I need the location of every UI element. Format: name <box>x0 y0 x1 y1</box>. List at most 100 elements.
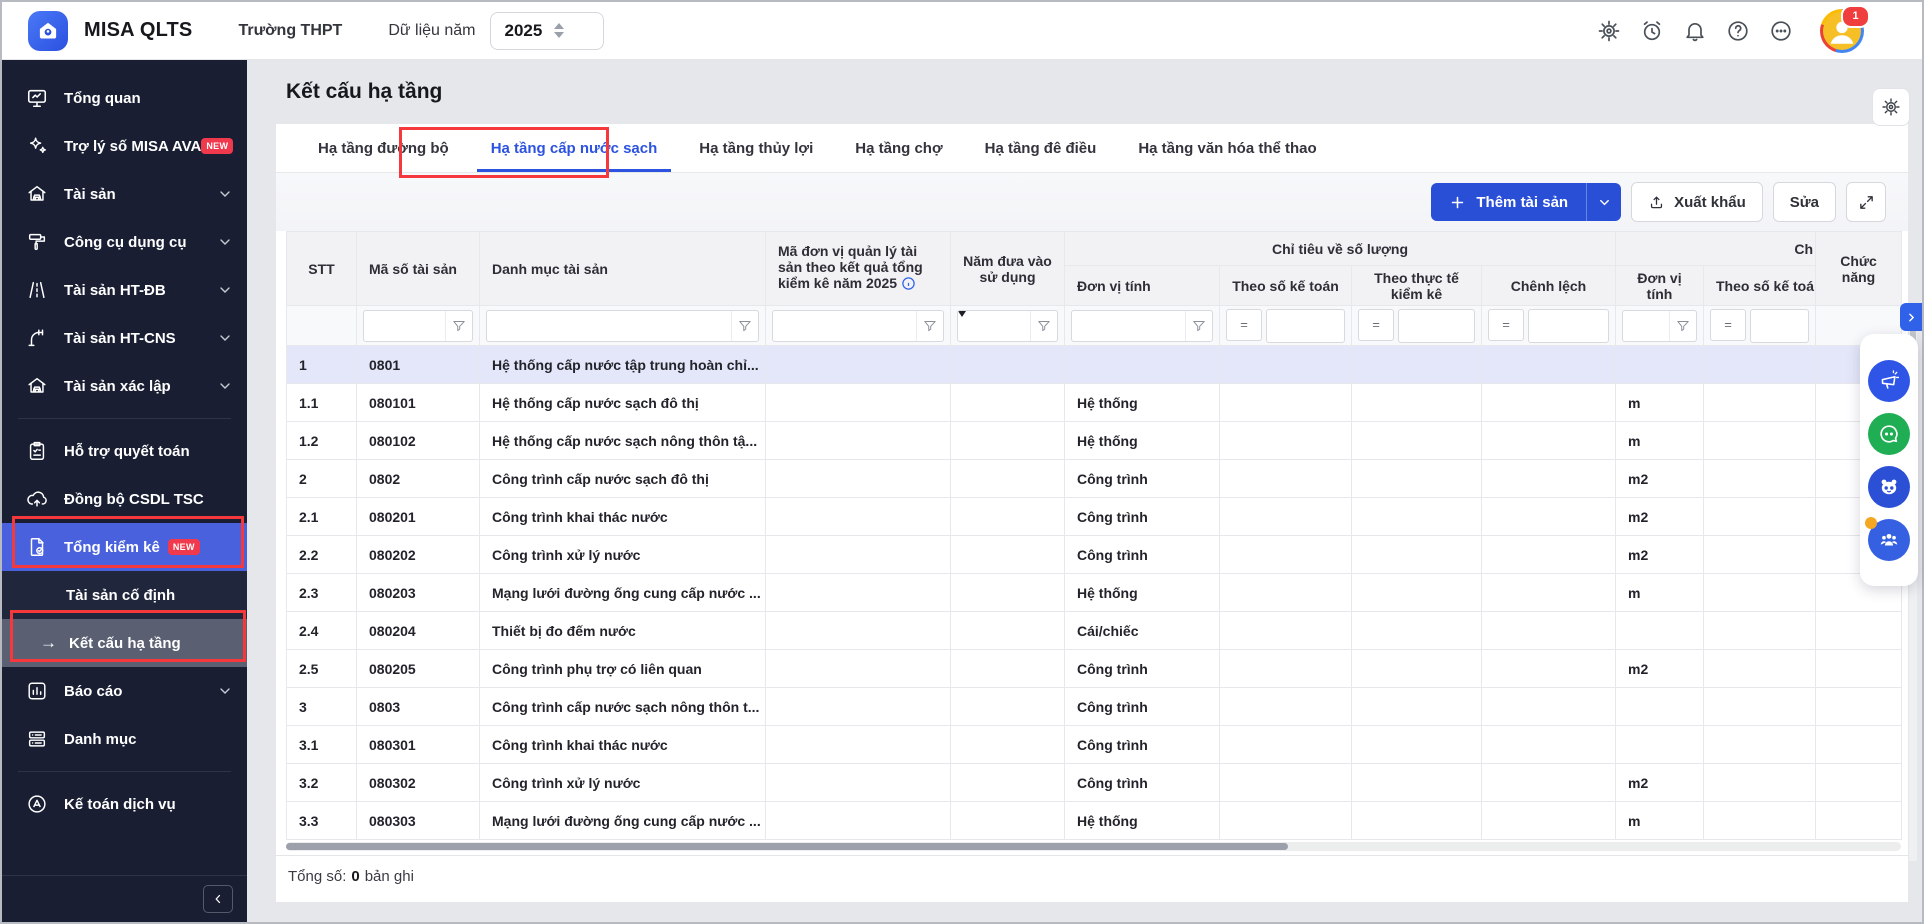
col-header-by-book[interactable]: Theo số kế toán <box>1220 266 1352 306</box>
cell-unit: Công trình <box>1065 726 1220 764</box>
filter-operator[interactable]: = <box>1710 309 1746 341</box>
table-row[interactable]: 3.3080303Mạng lưới đường ống cung cấp nư… <box>287 802 1902 840</box>
export-button[interactable]: Xuất khẩu <box>1631 182 1763 222</box>
submenu-item-tai-san-co-dinh[interactable]: Tài sản cố định <box>2 571 247 619</box>
sidebar-item-bao-cao[interactable]: Báo cáo <box>2 667 247 715</box>
community-people-icon[interactable] <box>1868 519 1910 561</box>
filter-funnel-icon[interactable] <box>916 311 943 341</box>
filter-operator[interactable]: = <box>1488 309 1524 341</box>
col-header-code[interactable]: Mã số tài sản <box>357 232 480 306</box>
help-icon[interactable] <box>1726 19 1750 43</box>
table-row[interactable]: 2.4080204Thiết bị đo đếm nướcCái/chiếc <box>287 612 1902 650</box>
filter-by-book-input[interactable] <box>1266 309 1345 343</box>
horizontal-scrollbar[interactable] <box>286 842 1901 851</box>
sidebar-collapse-button[interactable] <box>203 885 233 913</box>
submenu-item-ket-cau-ha-tang[interactable]: → Kết cấu hạ tầng <box>2 619 247 667</box>
filter-funnel-icon[interactable] <box>445 311 472 341</box>
cell-by-book2 <box>1704 764 1816 802</box>
panel-expand-tab[interactable] <box>1900 303 1922 331</box>
cell-unit2 <box>1616 688 1704 726</box>
sidebar-item-tai-san-ht-cns[interactable]: Tài sản HT-CNS <box>2 314 247 362</box>
more-options-icon[interactable] <box>1769 19 1793 43</box>
col-header-function[interactable]: Chức năng <box>1816 232 1902 306</box>
sidebar-item-tai-san[interactable]: Tài sản <box>2 170 247 218</box>
filter-by-actual-input[interactable] <box>1398 309 1475 343</box>
user-avatar[interactable]: 1 <box>1820 9 1864 53</box>
assistant-bot-icon[interactable] <box>1868 466 1910 508</box>
col-header-stt[interactable]: STT <box>287 232 357 306</box>
tab-ha-tang-duong-bo[interactable]: Hạ tầng đường bộ <box>304 124 463 172</box>
col-header-unit-code[interactable]: Mã đơn vị quản lý tài sản theo kết quả t… <box>766 232 951 306</box>
table-row[interactable]: 1.1080101Hệ thống cấp nước sạch đô thịHệ… <box>287 384 1902 422</box>
filter-diff-input[interactable] <box>1528 309 1609 343</box>
sidebar-item-tro-ly-ava[interactable]: Trợ lý số MISA AVA NEW <box>2 122 247 170</box>
tab-ha-tang-cap-nuoc-sach[interactable]: Hạ tầng cấp nước sạch <box>477 124 672 172</box>
tab-ha-tang-thuy-loi[interactable]: Hạ tầng thủy lợi <box>685 124 827 172</box>
add-asset-button[interactable]: Thêm tài sản <box>1431 183 1586 221</box>
sidebar-item-tong-quan[interactable]: Tổng quan <box>2 74 247 122</box>
announcement-megaphone-icon[interactable] <box>1868 360 1910 402</box>
table-row[interactable]: 2.5080205Công trình phụ trợ có liên quan… <box>287 650 1902 688</box>
table-row[interactable]: 30803Công trình cấp nước sạch nông thôn … <box>287 688 1902 726</box>
col-header-name[interactable]: Danh mục tài sản <box>480 232 766 306</box>
col-header-year[interactable]: Năm đưa vào sử dụng <box>951 232 1065 306</box>
org-name[interactable]: Trường THPT <box>238 22 342 40</box>
expand-button[interactable] <box>1846 182 1886 222</box>
horizontal-scrollbar-thumb[interactable] <box>286 843 1288 850</box>
table-row[interactable]: 2.1080201Công trình khai thác nướcCông t… <box>287 498 1902 536</box>
info-icon[interactable] <box>901 276 916 294</box>
col-header-unit2[interactable]: Đơn vị tính <box>1616 266 1704 306</box>
cell-year <box>951 764 1065 802</box>
cell-by-book <box>1220 460 1352 498</box>
filter-code-input[interactable] <box>364 311 445 341</box>
col-header-by-actual[interactable]: Theo thực tế kiểm kê <box>1352 266 1482 306</box>
table-row[interactable]: 1.2080102Hệ thống cấp nước sạch nông thô… <box>287 422 1902 460</box>
cell-code: 080205 <box>357 650 480 688</box>
misa-logo-icon[interactable] <box>28 11 68 51</box>
filter-by-book2-input[interactable] <box>1750 309 1809 343</box>
total-label: Tổng số: <box>288 868 346 885</box>
tab-ha-tang-cho[interactable]: Hạ tầng chợ <box>841 124 956 172</box>
col-header-unit[interactable]: Đơn vị tính <box>1065 266 1220 306</box>
sidebar-item-tong-kiem-ke[interactable]: Tổng kiểm kê NEW <box>2 523 247 571</box>
tab-ha-tang-de-dieu[interactable]: Hạ tầng đê điều <box>971 124 1111 172</box>
table-row[interactable]: 2.2080202Công trình xử lý nướcCông trình… <box>287 536 1902 574</box>
table-row[interactable]: 10801Hệ thống cấp nước tập trung hoàn ch… <box>287 346 1902 384</box>
filter-funnel-icon[interactable] <box>1030 311 1057 341</box>
chat-support-icon[interactable] <box>1868 413 1910 455</box>
sidebar-item-ke-toan-dich-vu[interactable]: Kế toán dịch vụ <box>2 780 247 828</box>
sidebar-item-ho-tro-quyet-toan[interactable]: Hỗ trợ quyết toán <box>2 427 247 475</box>
cell-code: 080301 <box>357 726 480 764</box>
table-row[interactable]: 3.2080302Công trình xử lý nướcCông trình… <box>287 764 1902 802</box>
filter-funnel-icon[interactable] <box>731 311 758 341</box>
reminder-clock-icon[interactable] <box>1640 19 1664 43</box>
year-stepper-icon[interactable] <box>554 23 564 38</box>
settings-icon[interactable] <box>1597 19 1621 43</box>
sidebar-item-danh-muc[interactable]: Danh mục <box>2 715 247 763</box>
tab-ha-tang-van-hoa-the-thao[interactable]: Hạ tầng văn hóa thể thao <box>1124 124 1330 172</box>
col-header-by-book2[interactable]: Theo số kế toá <box>1704 266 1816 306</box>
filter-operator[interactable]: = <box>1226 309 1262 341</box>
notifications-bell-icon[interactable] <box>1683 19 1707 43</box>
filter-operator[interactable]: = <box>1358 309 1394 341</box>
add-asset-dropdown-button[interactable] <box>1586 183 1621 221</box>
filter-year-select[interactable] <box>958 317 1030 335</box>
table-row[interactable]: 20802Công trình cấp nước sạch đô thịCông… <box>287 460 1902 498</box>
filter-funnel-icon[interactable] <box>1669 311 1696 341</box>
sidebar-item-dong-bo-csdl[interactable]: Đồng bộ CSDL TSC <box>2 475 247 523</box>
year-select[interactable]: 2025 <box>490 12 604 50</box>
filter-name-input[interactable] <box>487 311 731 341</box>
filter-unit2-input[interactable] <box>1623 311 1669 341</box>
edit-button[interactable]: Sửa <box>1773 182 1836 222</box>
sidebar: Tổng quan Trợ lý số MISA AVA NEW Tài sản… <box>2 60 247 922</box>
sidebar-item-tai-san-ht-db[interactable]: Tài sản HT-ĐB <box>2 266 247 314</box>
col-header-diff[interactable]: Chênh lệch <box>1482 266 1616 306</box>
filter-unit-code-input[interactable] <box>773 311 916 341</box>
table-row[interactable]: 3.1080301Công trình khai thác nướcCông t… <box>287 726 1902 764</box>
table-row[interactable]: 2.3080203Mạng lưới đường ống cung cấp nư… <box>287 574 1902 612</box>
filter-unit-input[interactable] <box>1072 311 1185 341</box>
page-settings-button[interactable] <box>1872 88 1910 126</box>
sidebar-item-tai-san-xac-lap[interactable]: Tài sản xác lập <box>2 362 247 410</box>
filter-funnel-icon[interactable] <box>1185 311 1212 341</box>
sidebar-item-cong-cu-dung-cu[interactable]: Công cụ dụng cụ <box>2 218 247 266</box>
